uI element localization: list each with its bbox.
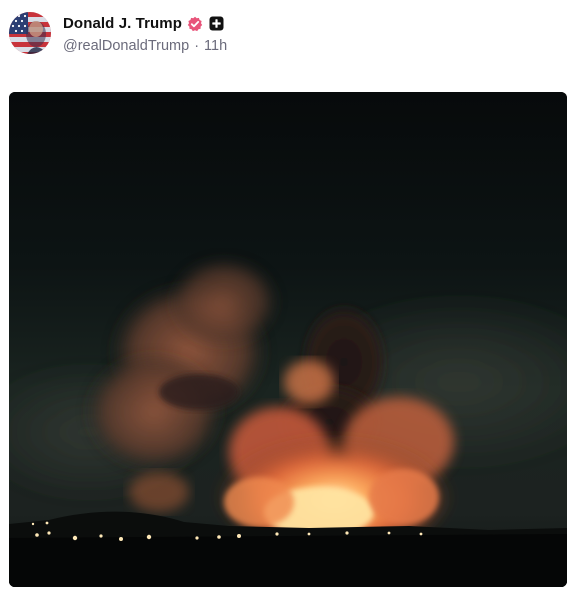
post-header: Donald J. Trump @realDonaldTrump · 11h [9, 12, 227, 54]
post-media[interactable] [9, 92, 567, 587]
post-card: Donald J. Trump @realDonaldTrump · 11h [0, 0, 577, 596]
separator-dot: · [194, 37, 200, 54]
post-timestamp[interactable]: 11h [204, 38, 227, 54]
author-handle[interactable]: @realDonaldTrump [63, 38, 189, 54]
avatar[interactable] [9, 12, 51, 54]
name-row: Donald J. Trump [63, 13, 227, 35]
plus-badge-icon [209, 16, 224, 31]
night-explosion-image [9, 92, 567, 587]
display-name[interactable]: Donald J. Trump [63, 15, 182, 32]
american-flag-avatar-icon [9, 12, 51, 54]
verified-badge-icon [187, 16, 203, 32]
handle-row: @realDonaldTrump · 11h [63, 38, 227, 54]
author-meta: Donald J. Trump @realDonaldTrump · 11h [63, 13, 227, 54]
